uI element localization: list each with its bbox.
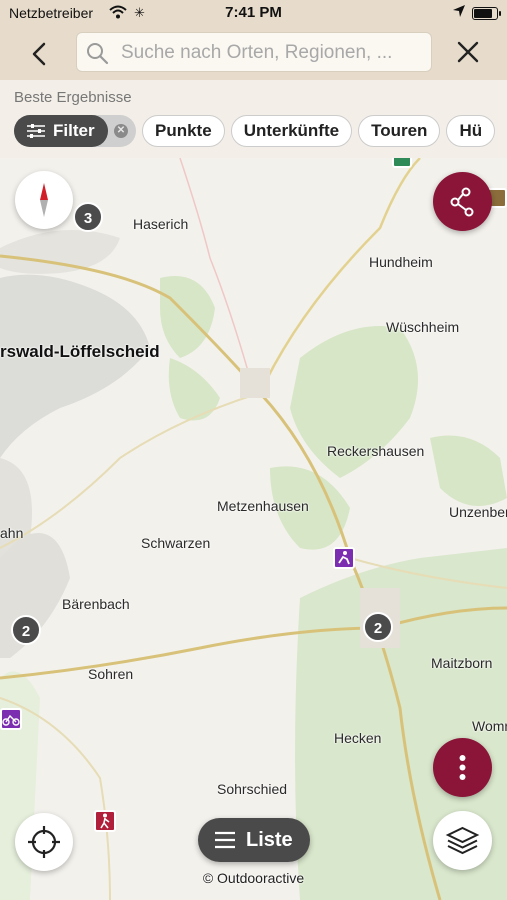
list-view-button[interactable]: Liste bbox=[198, 818, 310, 862]
climbing-poi-icon[interactable] bbox=[333, 547, 355, 569]
filter-label: Filter bbox=[53, 121, 95, 140]
place-label: Sohrschied bbox=[217, 781, 288, 797]
map-attribution: © Outdooractive bbox=[202, 870, 305, 886]
place-label: Schwarzen bbox=[141, 535, 211, 551]
search-header bbox=[0, 26, 507, 80]
cluster-marker[interactable]: 2 bbox=[363, 612, 393, 642]
poi-marker-icon[interactable] bbox=[392, 158, 412, 168]
hiking-poi-icon[interactable] bbox=[94, 810, 116, 832]
back-button[interactable] bbox=[24, 38, 56, 70]
cycling-poi-icon[interactable] bbox=[0, 708, 22, 730]
place-label: Haserich bbox=[133, 216, 189, 232]
search-icon bbox=[85, 41, 109, 70]
place-label: rswald-Löffelscheid bbox=[0, 342, 160, 361]
cluster-marker[interactable]: 3 bbox=[73, 202, 103, 232]
list-icon bbox=[215, 831, 235, 849]
place-label: Wüschheim bbox=[386, 319, 460, 335]
chip-touren[interactable]: Touren bbox=[358, 115, 441, 147]
location-arrow-icon bbox=[452, 4, 466, 21]
more-options-button[interactable] bbox=[433, 738, 492, 797]
battery-level bbox=[474, 9, 492, 18]
place-label: Hecken bbox=[334, 730, 382, 746]
search-box[interactable] bbox=[76, 32, 432, 72]
place-label: Maitzborn bbox=[431, 655, 493, 671]
route-planner-button[interactable] bbox=[433, 172, 492, 231]
close-icon bbox=[457, 41, 479, 63]
place-label: Hundheim bbox=[369, 254, 433, 270]
map-view[interactable]: Haserich Hundheim Wüschheim rswald-Löffe… bbox=[0, 158, 507, 900]
filter-button[interactable]: Filter bbox=[14, 115, 108, 147]
results-label: Beste Ergebnisse bbox=[14, 89, 132, 106]
place-label: ahn bbox=[0, 525, 24, 541]
more-vertical-icon bbox=[459, 755, 466, 780]
chip-unterkuenfte[interactable]: Unterkünfte bbox=[230, 115, 353, 147]
compass-icon bbox=[40, 183, 48, 217]
status-bar: Netzbetreiber ✳ 7:41 PM bbox=[0, 0, 507, 26]
map-layers-button[interactable] bbox=[433, 811, 492, 870]
cluster-marker[interactable]: 2 bbox=[11, 615, 41, 645]
chip-huetten[interactable]: Hü bbox=[446, 115, 496, 147]
clear-filter-icon[interactable]: ✕ bbox=[114, 124, 128, 138]
layers-icon bbox=[445, 826, 480, 855]
route-icon bbox=[450, 187, 474, 217]
battery-icon bbox=[472, 7, 501, 20]
filter-chip-row: Filter ✕ Punkte Unterkünfte Touren Hü bbox=[14, 115, 501, 147]
list-button-label: Liste bbox=[246, 829, 293, 851]
filter-chip[interactable]: Filter ✕ bbox=[14, 115, 136, 147]
place-label: Reckershausen bbox=[327, 443, 425, 459]
place-label: Bärenbach bbox=[62, 596, 130, 612]
place-label: Unzenberg bbox=[449, 504, 507, 520]
compass-button[interactable] bbox=[15, 171, 73, 229]
locate-me-button[interactable] bbox=[15, 813, 73, 871]
results-bar: Beste Ergebnisse Filter ✕ Punkte Unterkün… bbox=[0, 80, 507, 158]
chevron-left-icon bbox=[32, 42, 46, 66]
chip-punkte[interactable]: Punkte bbox=[142, 115, 225, 147]
close-button[interactable] bbox=[454, 38, 482, 66]
place-label: Metzenhausen bbox=[217, 498, 309, 514]
sliders-icon bbox=[27, 124, 45, 138]
search-input[interactable] bbox=[119, 38, 423, 68]
place-label: Womr bbox=[472, 718, 507, 734]
status-time: 7:41 PM bbox=[225, 4, 282, 21]
place-label: Sohren bbox=[88, 666, 134, 682]
crosshair-icon bbox=[28, 826, 60, 858]
